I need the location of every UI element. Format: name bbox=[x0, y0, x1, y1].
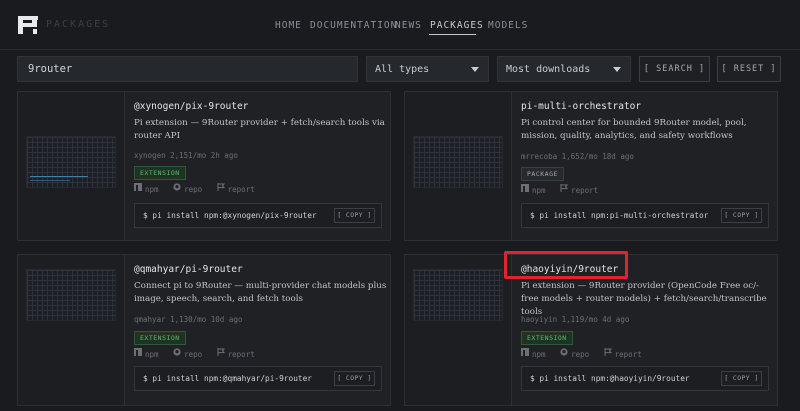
package-title[interactable]: pi-multi-orchestrator bbox=[521, 101, 641, 112]
thumbnail-grid bbox=[413, 269, 503, 321]
npm-link[interactable]: npm bbox=[145, 350, 159, 359]
chevron-down-icon bbox=[471, 67, 479, 72]
thumbnail-grid bbox=[413, 136, 503, 188]
install-command: $ pi install npm:@xynogen/pix-9router bbox=[143, 211, 317, 220]
type-badge: EXTENSION bbox=[134, 331, 186, 345]
package-links: npm repo report bbox=[134, 183, 255, 194]
github-icon bbox=[173, 183, 181, 191]
repo-link[interactable]: repo bbox=[184, 185, 202, 194]
npm-icon bbox=[134, 183, 142, 191]
thumbnail-grid bbox=[26, 269, 116, 321]
report-link[interactable]: report bbox=[228, 185, 255, 194]
npm-link[interactable]: npm bbox=[145, 185, 159, 194]
package-meta: haoyiyin 1,119/mo 4d ago bbox=[521, 315, 630, 324]
package-links: npm repo report bbox=[521, 348, 642, 359]
thumbnail-line bbox=[30, 176, 88, 177]
package-meta: xynogen 2,151/mo 2h ago bbox=[134, 151, 238, 160]
package-title[interactable]: @xynogen/pix-9router bbox=[134, 101, 248, 112]
report-link[interactable]: report bbox=[571, 186, 598, 195]
chevron-down-icon bbox=[613, 67, 621, 72]
flag-icon bbox=[217, 183, 225, 191]
report-link[interactable]: report bbox=[228, 350, 255, 359]
search-button[interactable]: [ SEARCH ] bbox=[639, 56, 710, 82]
package-thumbnail bbox=[405, 92, 512, 240]
nav-packages[interactable]: PACKAGES bbox=[430, 20, 484, 31]
repo-link[interactable]: repo bbox=[571, 350, 589, 359]
package-thumbnail bbox=[18, 255, 125, 405]
npm-icon bbox=[521, 184, 529, 192]
nav-news[interactable]: NEWS bbox=[395, 20, 422, 31]
main-nav: HOME DOCUMENTATION NEWS PACKAGES MODELS bbox=[0, 0, 800, 50]
install-command-box: $ pi install npm:pi-multi-orchestrator [… bbox=[521, 203, 769, 228]
npm-icon bbox=[521, 348, 529, 356]
package-description: Pi control center for bounded 9Router mo… bbox=[521, 118, 747, 141]
highlight-annotation-box bbox=[504, 251, 628, 279]
report-link[interactable]: report bbox=[615, 350, 642, 359]
package-description: Pi extension — 9Router provider + fetch/… bbox=[134, 118, 385, 141]
copy-button[interactable]: [ COPY ] bbox=[334, 371, 375, 386]
package-description: Pi extension — 9Router provider (OpenCod… bbox=[521, 281, 767, 317]
install-command-box: $ pi install npm:@qmahyar/pi-9router [ C… bbox=[134, 366, 382, 391]
npm-link[interactable]: npm bbox=[532, 186, 546, 195]
github-icon bbox=[560, 348, 568, 356]
copy-button[interactable]: [ COPY ] bbox=[721, 208, 762, 223]
type-badge: EXTENSION bbox=[521, 331, 573, 345]
copy-button[interactable]: [ COPY ] bbox=[334, 208, 375, 223]
install-command: $ pi install npm:@haoyiyin/9router bbox=[530, 374, 690, 383]
sort-select-value: Most downloads bbox=[506, 64, 591, 75]
package-title[interactable]: @qmahyar/pi-9router bbox=[134, 264, 243, 275]
install-command-box: $ pi install npm:@xynogen/pix-9router [ … bbox=[134, 203, 382, 228]
install-command: $ pi install npm:pi-multi-orchestrator bbox=[530, 211, 709, 220]
type-select[interactable]: All types bbox=[366, 56, 489, 82]
flag-icon bbox=[217, 348, 225, 356]
package-thumbnail bbox=[405, 255, 512, 405]
search-input[interactable] bbox=[17, 56, 358, 82]
flag-icon bbox=[560, 184, 569, 192]
nav-home[interactable]: HOME bbox=[275, 20, 302, 31]
active-nav-indicator bbox=[429, 34, 476, 35]
sort-select[interactable]: Most downloads bbox=[497, 56, 631, 82]
github-icon bbox=[173, 348, 181, 356]
type-select-value: All types bbox=[375, 64, 430, 75]
type-badge: PACKAGE bbox=[521, 167, 564, 181]
package-thumbnail bbox=[18, 92, 125, 240]
nav-documentation[interactable]: DOCUMENTATION bbox=[310, 20, 397, 31]
package-description: Connect pi to 9Router — multi-provider c… bbox=[134, 281, 387, 304]
type-badge: EXTENSION bbox=[134, 166, 186, 180]
package-card[interactable]: @qmahyar/pi-9router Connect pi to 9Route… bbox=[17, 254, 391, 406]
package-meta: mrrecoba 1,652/mo 18d ago bbox=[521, 152, 634, 161]
package-links: npm report bbox=[521, 184, 598, 195]
npm-icon bbox=[134, 348, 142, 356]
install-command-box: $ pi install npm:@haoyiyin/9router [ COP… bbox=[521, 366, 769, 391]
npm-link[interactable]: npm bbox=[532, 350, 546, 359]
package-card[interactable]: pi-multi-orchestrator Pi control center … bbox=[404, 91, 778, 241]
package-card[interactable]: @xynogen/pix-9router Pi extension — 9Rou… bbox=[17, 91, 391, 241]
top-nav-bar: PACKAGES HOME DOCUMENTATION NEWS PACKAGE… bbox=[0, 0, 800, 50]
thumbnail-line bbox=[30, 180, 70, 181]
package-links: npm repo report bbox=[134, 348, 255, 359]
repo-link[interactable]: repo bbox=[184, 350, 202, 359]
reset-button[interactable]: [ RESET ] bbox=[717, 56, 781, 82]
copy-button[interactable]: [ COPY ] bbox=[721, 371, 762, 386]
nav-models[interactable]: MODELS bbox=[488, 20, 528, 31]
flag-icon bbox=[604, 348, 612, 356]
package-meta: qmahyar 1,130/mo 10d ago bbox=[134, 315, 243, 324]
install-command: $ pi install npm:@qmahyar/pi-9router bbox=[143, 374, 312, 383]
